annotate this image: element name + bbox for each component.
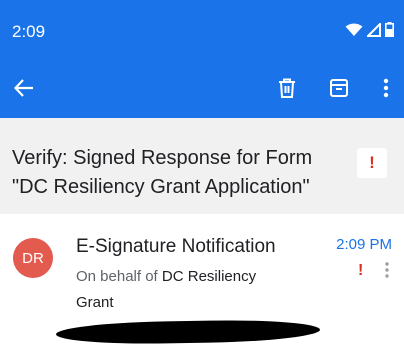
subject-header: Verify: Signed Response for Form "DC Res… xyxy=(0,118,404,214)
back-button[interactable] xyxy=(8,72,40,104)
more-vert-icon xyxy=(385,262,389,278)
redaction-mark xyxy=(55,318,321,345)
status-bar: 2:09 xyxy=(0,0,404,58)
app-bar xyxy=(0,58,404,118)
archive-icon xyxy=(330,79,348,97)
status-icons xyxy=(345,22,394,37)
importance-icon: ! xyxy=(369,153,375,172)
wifi-icon xyxy=(345,23,363,36)
status-time: 2:09 xyxy=(12,22,46,41)
importance-icon: ! xyxy=(358,262,364,279)
behalf-org: DC Resiliency xyxy=(161,268,257,285)
avatar-initials: DR xyxy=(22,249,44,267)
message-header[interactable]: DR E-Signature Notification On behalf of… xyxy=(0,214,404,345)
behalf-org-cont: Grant xyxy=(76,294,114,311)
importance-flag-button[interactable]: ! xyxy=(357,148,387,178)
battery-icon xyxy=(385,22,394,37)
back-arrow-icon xyxy=(13,79,33,97)
delete-icon xyxy=(279,78,295,98)
email-subject: Verify: Signed Response for Form "DC Res… xyxy=(12,144,332,202)
behalf-prefix: On behalf of xyxy=(76,268,158,285)
on-behalf-of: On behalf of DC Resiliency Grant xyxy=(76,264,306,316)
more-vert-icon xyxy=(383,78,389,98)
avatar: DR xyxy=(13,238,53,278)
subject-line-1: Verify: Signed Response for Form xyxy=(12,147,313,169)
subject-line-2: "DC Resiliency Grant Application" xyxy=(12,176,310,198)
archive-button[interactable] xyxy=(323,72,355,104)
signal-icon xyxy=(367,22,381,37)
message-time: 2:09 PM xyxy=(336,236,392,253)
sender-name: E-Signature Notification xyxy=(76,236,276,257)
message-more-button[interactable] xyxy=(380,260,394,280)
delete-button[interactable] xyxy=(271,72,303,104)
more-options-button[interactable] xyxy=(370,72,402,104)
